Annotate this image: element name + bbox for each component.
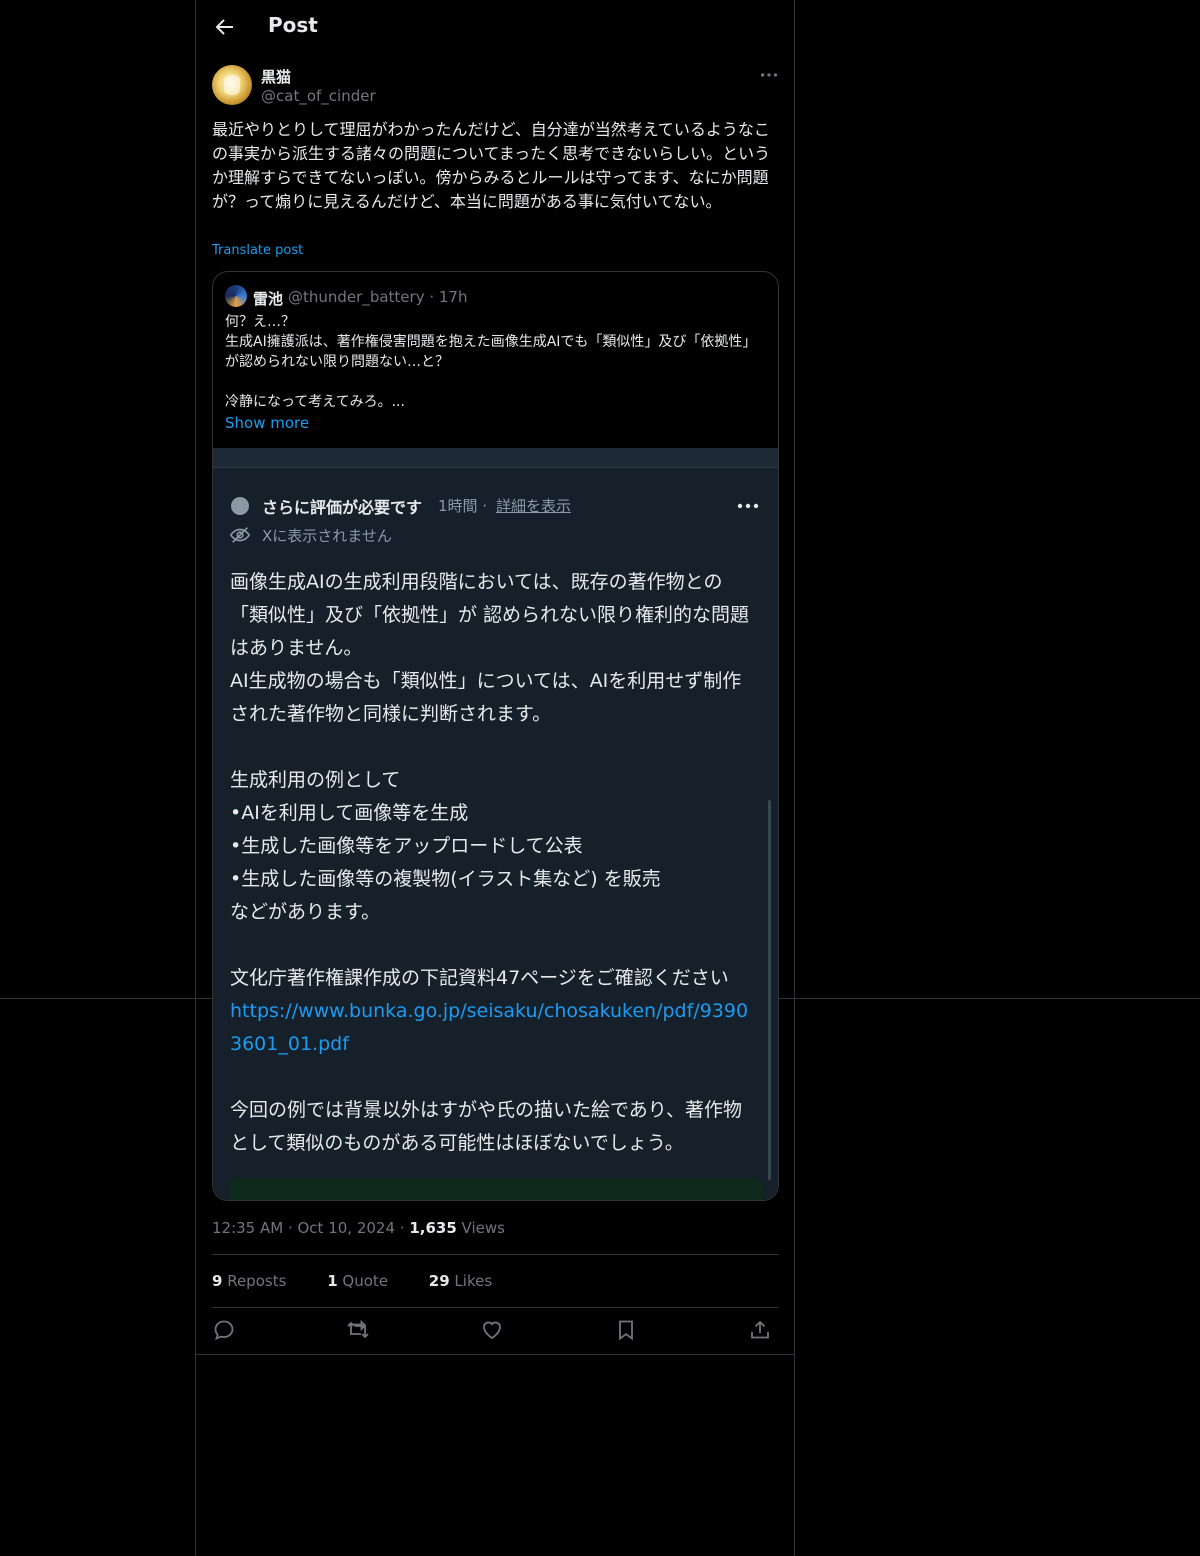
post-timestamp[interactable]: 12:35 AM · Oct 10, 2024 · [212,1219,409,1237]
note-source-link: https://www.bunka.go.jp/seisaku/chosakuk… [230,1000,749,1055]
author-avatar[interactable] [212,65,252,105]
reply-icon[interactable] [212,1318,236,1342]
note-bottom-panel [229,1178,763,1200]
note-more-icon [737,503,759,509]
views-count: 1,635 [409,1219,457,1237]
note-detail-link: 詳細を表示 [496,497,572,515]
post-stats: 9 Reposts 1 Quote 29 Likes [212,1272,528,1290]
translate-post-link[interactable]: Translate post [212,243,303,258]
post-meta: 12:35 AM · Oct 10, 2024 · 1,635 Views [212,1219,505,1237]
divider [212,1307,779,1308]
show-more-link[interactable]: Show more [225,414,309,432]
note-paragraph: などがあります。 [230,901,381,923]
page-header: Post [196,0,796,53]
quote-media-image[interactable]: さらに評価が必要です 1時間 · 詳細を表示 Xに表示されません 画像生成AIの… [213,448,778,1200]
note-body: 画像生成AIの生成利用段階においては、既存の著作物との「類似性」及び「依拠性」が… [230,566,760,1160]
page-title: Post [268,13,318,37]
quote-line: 生成AI擁護派は、著作権侵害問題を抱えた画像生成AIでも「類似性」及び「依拠性」… [225,334,757,370]
reposts-stat[interactable]: 9 Reposts [212,1272,304,1290]
quote-avatar [225,285,247,307]
note-paragraph: 画像生成AIの生成利用段階においては、既存の著作物との「類似性」及び「依拠性」が… [230,571,750,659]
note-paragraph [230,1061,760,1094]
quote-line: 何？え…？ [225,314,295,330]
quotes-stat[interactable]: 1 Quote [327,1272,406,1290]
quote-handle-time: @thunder_battery · 17h [288,288,468,306]
note-paragraph: •生成した画像等の複製物(イラスト集など) を販売 [230,868,661,890]
bookmark-icon[interactable] [614,1318,638,1342]
share-icon[interactable] [748,1318,772,1342]
note-paragraph: AI生成物の場合も「類似性」については、AIを利用せず制作された著作物と同様に判… [230,670,742,725]
note-time: 1時間 · [438,497,488,515]
quoted-post[interactable]: 雷池 @thunder_battery · 17h 何？え…？ 生成AI擁護派は… [212,271,779,1201]
note-status-title: さらに評価が必要です [262,498,423,517]
heart-icon[interactable] [480,1318,504,1342]
action-bar [212,1318,779,1344]
note-paragraph: 生成利用の例として [230,769,401,791]
media-top-strip [213,448,778,468]
more-options-icon[interactable] [758,64,780,86]
repost-icon[interactable] [346,1318,370,1342]
author-name[interactable]: 黒猫 [261,66,291,87]
quote-author-name: 雷池 [253,290,284,308]
likes-stat[interactable]: 29 Likes [429,1272,510,1290]
note-hidden-label: Xに表示されません [262,527,392,545]
author-handle[interactable]: @cat_of_cinder [261,87,376,105]
status-dot-icon [231,497,249,515]
note-paragraph: 今回の例では背景以外はすがや氏の描いた絵であり、著作物として類似のものがある可能… [230,1099,743,1154]
divider [212,1254,779,1255]
note-paragraph [230,731,760,764]
back-arrow-icon[interactable] [212,15,236,39]
quote-line [225,372,770,392]
note-paragraph: •AIを利用して画像等を生成 [230,802,469,824]
views-label: Views [456,1219,505,1237]
post-text: 最近やりとりして理屈がわかったんだけど、自分達が当然考えているようなこの事実から… [212,120,771,211]
eye-slash-icon [229,527,251,543]
quote-line: 冷静になって考えてみろ。... [225,394,405,410]
note-paragraph [230,929,760,962]
note-paragraph: •生成した画像等をアップロードして公表 [230,835,583,857]
divider [196,1354,794,1355]
quote-text: 何？え…？ 生成AI擁護派は、著作権侵害問題を抱えた画像生成AIでも「類似性」及… [225,312,770,412]
note-paragraph: 文化庁著作権課作成の下記資料47ページをご確認ください [230,967,729,989]
post-column: Post 黒猫 @cat_of_cinder 最近やりとりして理屈がわかったんだ… [195,0,795,1556]
scrollbar-thumb [768,800,771,1180]
